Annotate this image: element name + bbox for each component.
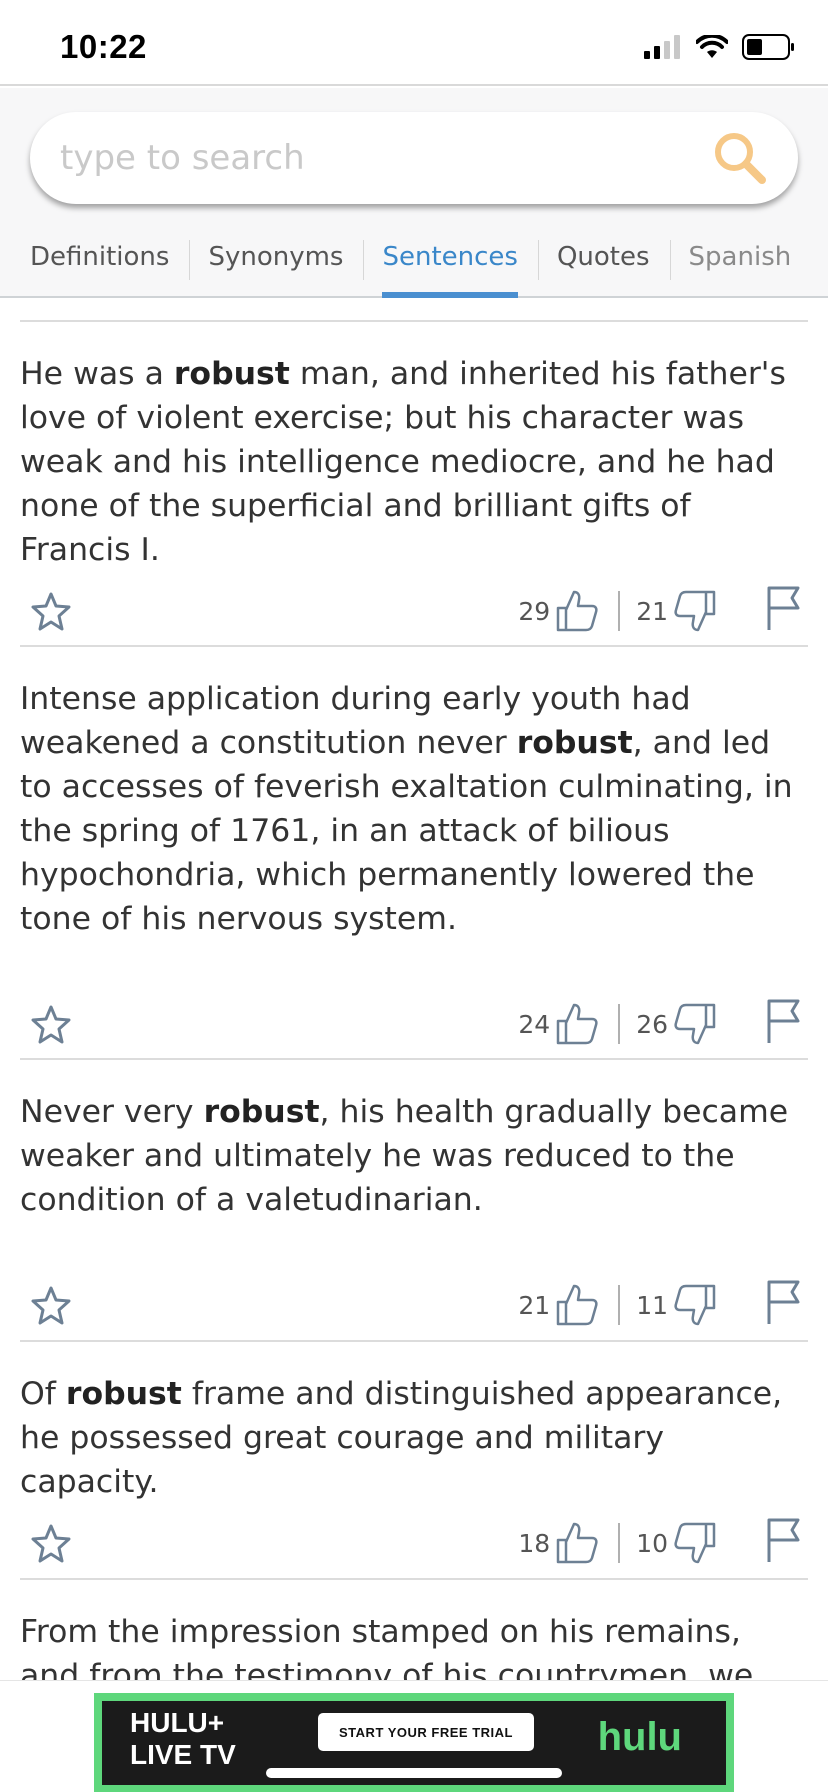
ad-cta-button[interactable]: START YOUR FREE TRIAL [318,1713,534,1751]
status-bar: 10:22 [0,0,828,86]
keyword: robust [516,725,633,761]
vote-divider [618,1523,621,1563]
favorite-star-icon[interactable] [30,590,72,632]
sentence-actions: 18 10 [20,1514,808,1574]
thumbs-up-icon[interactable] [554,1282,600,1328]
flag-icon[interactable] [766,1278,802,1326]
vote-divider [618,1004,621,1044]
hulu-logo: hulu [597,1715,682,1759]
downvote-count: 21 [636,596,668,626]
wifi-icon [696,35,728,58]
upvote-count: 21 [518,1290,551,1320]
upvote-count: 24 [518,1009,551,1039]
home-indicator[interactable] [266,1768,562,1778]
sentence-card: Of robust frame and distinguished appear… [20,1340,808,1578]
search-box [30,112,798,204]
favorite-star-icon[interactable] [30,1003,72,1045]
vote-controls: 24 26 [518,1001,718,1047]
upvote-count: 18 [518,1528,551,1558]
thumbs-up-icon[interactable] [554,1001,600,1047]
sentence-card: He was a robust man, and inherited his f… [20,320,808,645]
battery-icon [742,34,794,60]
sentence-actions: 21 11 [20,1276,808,1336]
tab-definitions[interactable]: Definitions [30,230,169,298]
tab-synonyms[interactable]: Synonyms [208,230,343,298]
tab-divider [363,240,365,280]
sentence-card: Never very robust, his health gradually … [20,1058,808,1340]
sentence-actions: 24 26 [20,995,808,1055]
signal-icon [644,35,680,59]
downvote-count: 26 [636,1009,668,1039]
thumbs-down-icon[interactable] [672,1520,718,1566]
search-input[interactable] [60,134,680,182]
status-icons [644,34,796,60]
header: Definitions Synonyms Sentences Quotes Sp… [0,88,828,298]
sentence-card: From the impression stamped on his remai… [20,1578,808,1680]
tab-quotes[interactable]: Quotes [557,230,650,298]
flag-icon[interactable] [766,997,802,1045]
thumbs-down-icon[interactable] [672,1001,718,1047]
flag-icon[interactable] [766,1516,802,1564]
favorite-star-icon[interactable] [30,1522,72,1564]
tab-spanish[interactable]: Spanish [689,230,792,298]
favorite-star-icon[interactable] [30,1284,72,1326]
vote-divider [618,1285,621,1325]
downvote-count: 11 [636,1290,668,1320]
sentence-text: From the impression stamped on his remai… [20,1614,754,1680]
tab-bar: Definitions Synonyms Sentences Quotes Sp… [0,230,828,298]
sentence-text: Of robust frame and distinguished appear… [20,1376,783,1500]
thumbs-down-icon[interactable] [672,1282,718,1328]
sentence-text: Intense application during early youth h… [20,681,793,937]
sentence-text: He was a robust man, and inherited his f… [20,356,786,568]
sentence-actions: 29 21 [20,582,808,642]
downvote-count: 10 [636,1528,668,1558]
upvote-count: 29 [518,596,551,626]
thumbs-down-icon[interactable] [672,588,718,634]
keyword: robust [173,356,290,392]
search-icon[interactable] [712,130,768,186]
tab-divider [189,240,191,280]
sentence-text: Never very robust, his health gradually … [20,1094,789,1218]
status-time: 10:22 [60,28,147,65]
tab-sentences[interactable]: Sentences [382,230,519,298]
tab-divider [537,240,539,280]
tab-divider [669,240,671,280]
vote-controls: 29 21 [518,588,718,634]
keyword: robust [203,1094,320,1130]
keyword: robust [65,1376,182,1412]
flag-icon[interactable] [766,584,802,632]
sentence-card: Intense application during early youth h… [20,645,808,1058]
vote-controls: 18 10 [518,1520,718,1566]
thumbs-up-icon[interactable] [554,588,600,634]
thumbs-up-icon[interactable] [554,1520,600,1566]
sentence-list: He was a robust man, and inherited his f… [0,300,828,1680]
vote-controls: 21 11 [518,1282,718,1328]
vote-divider [618,591,621,631]
ad-headline: HULU+ LIVE TV [130,1707,236,1770]
